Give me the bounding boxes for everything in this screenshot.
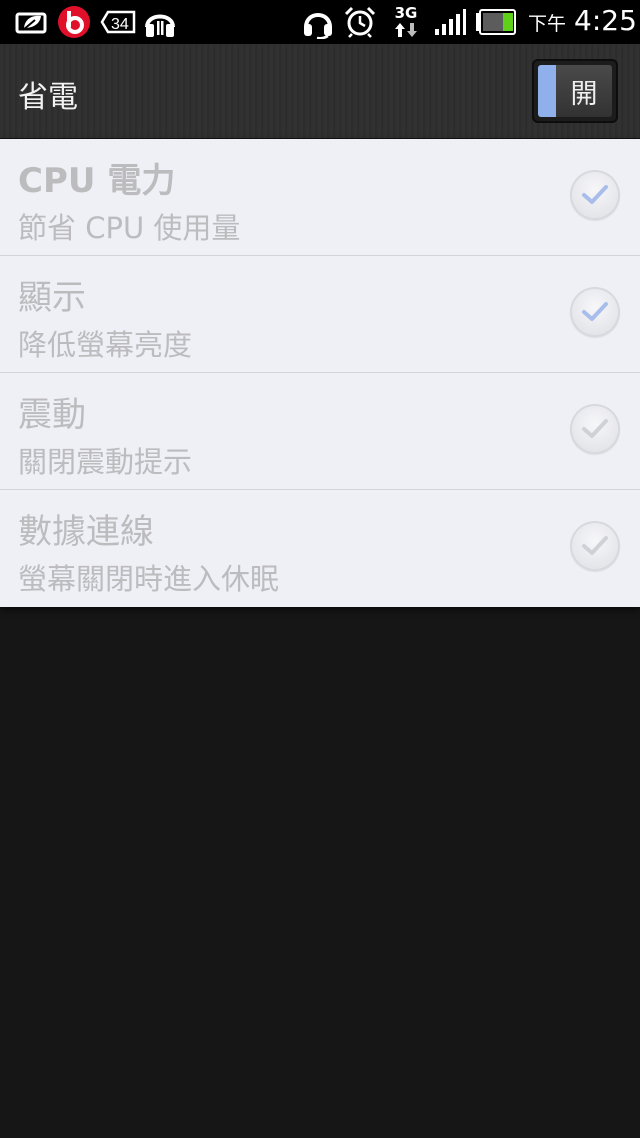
toggle-label: 開	[570, 78, 598, 110]
notification-count-icon: 34	[100, 4, 136, 40]
alarm-icon	[342, 4, 378, 40]
toggle-rail	[538, 65, 556, 117]
signal-icon	[432, 4, 468, 40]
page-title: 省電	[18, 80, 78, 115]
setting-subtitle: 節省 CPU 使用量	[18, 211, 241, 245]
setting-row-cpu[interactable]: CPU 電力 節省 CPU 使用量	[0, 139, 640, 256]
beats-icon	[56, 4, 92, 40]
setting-title: 顯示	[18, 278, 86, 318]
setting-row-display[interactable]: 顯示 降低螢幕亮度	[0, 256, 640, 373]
setting-title: 數據連線	[18, 512, 154, 552]
checkbox-data[interactable]	[570, 521, 620, 571]
checkbox-display[interactable]	[570, 287, 620, 337]
headphones-app-icon	[142, 4, 178, 40]
time-prefix: 下午	[528, 13, 567, 35]
network-3g-icon: 3G	[390, 4, 422, 40]
check-icon	[582, 185, 608, 204]
notification-count: 34	[111, 16, 129, 33]
power-saver-toggle[interactable]: 開	[532, 59, 618, 123]
setting-row-vibration[interactable]: 震動 關閉震動提示	[0, 373, 640, 490]
network-type: 3G	[394, 3, 418, 22]
checkbox-vibration[interactable]	[570, 404, 620, 454]
toggle-thumb[interactable]: 開	[556, 65, 612, 117]
setting-row-data[interactable]: 數據連線 螢幕關閉時進入休眠	[0, 490, 640, 607]
headset-icon	[300, 4, 336, 40]
status-bar: 34 3G 下午 4:25	[0, 0, 640, 44]
check-icon	[582, 302, 608, 321]
setting-subtitle: 降低螢幕亮度	[18, 328, 193, 362]
check-icon	[582, 419, 608, 438]
setting-title: CPU 電力	[18, 161, 176, 201]
setting-title: 震動	[18, 395, 86, 435]
eco-icon	[14, 4, 50, 40]
setting-subtitle: 螢幕關閉時進入休眠	[18, 562, 280, 596]
checkbox-cpu[interactable]	[570, 170, 620, 220]
clock: 4:25	[574, 4, 637, 37]
setting-subtitle: 關閉震動提示	[18, 445, 193, 479]
battery-icon	[474, 4, 518, 40]
check-icon	[582, 536, 608, 555]
settings-list: CPU 電力 節省 CPU 使用量 顯示 降低螢幕亮度 震動 關閉震動提示 數據…	[0, 139, 640, 607]
